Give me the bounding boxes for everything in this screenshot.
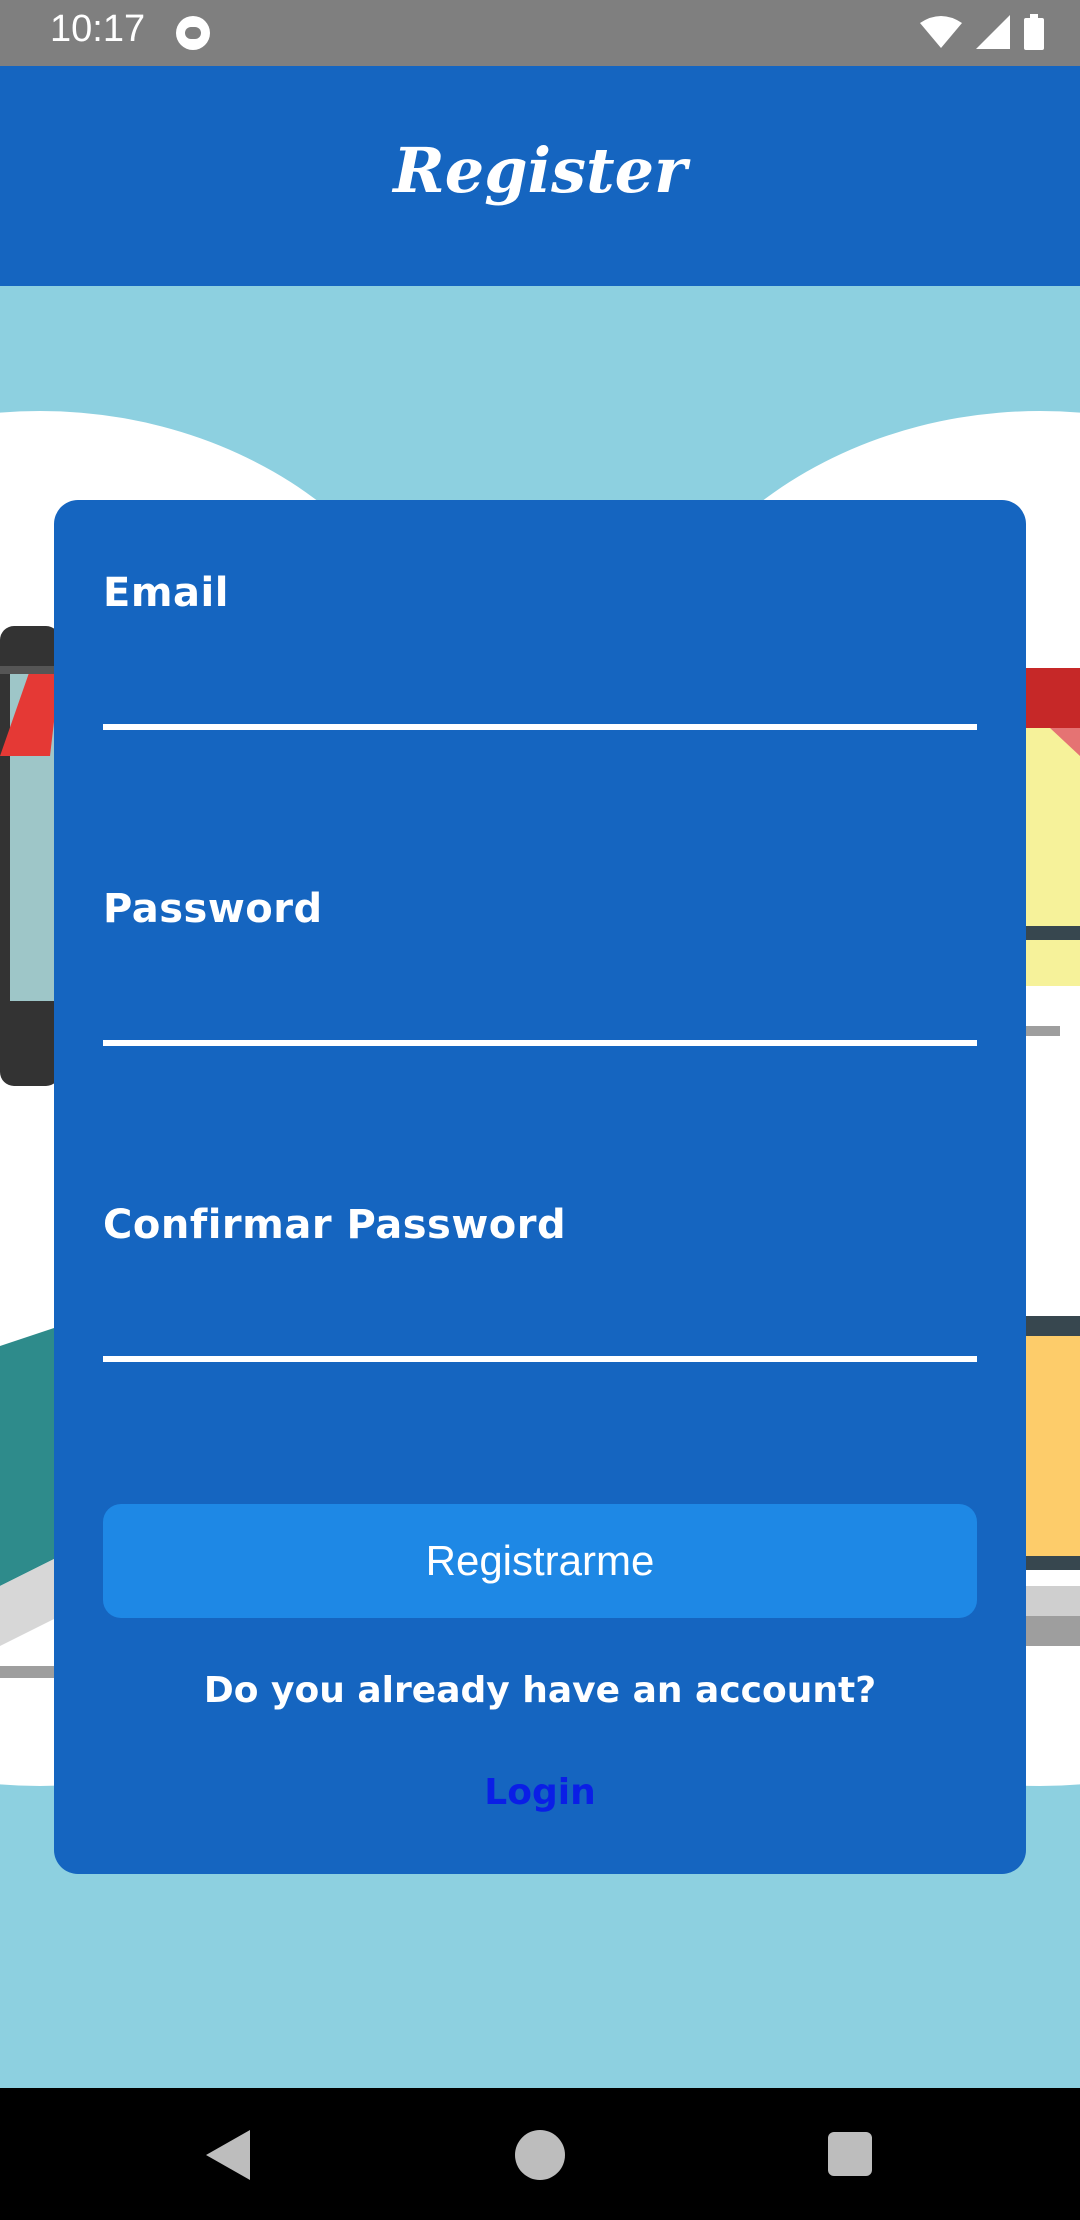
status-icons bbox=[920, 12, 1044, 52]
back-icon[interactable] bbox=[206, 2130, 250, 2180]
register-card: Email Password Confirmar Password Regist… bbox=[54, 500, 1026, 1874]
password-label: Password bbox=[103, 886, 323, 932]
recents-icon[interactable] bbox=[828, 2132, 872, 2176]
wifi-icon bbox=[920, 16, 962, 48]
confirm-password-label: Confirmar Password bbox=[103, 1202, 567, 1248]
home-icon[interactable] bbox=[515, 2130, 565, 2180]
signal-icon bbox=[976, 15, 1010, 49]
password-underline bbox=[103, 1040, 977, 1046]
email-underline bbox=[103, 724, 977, 730]
navigation-bar bbox=[0, 2088, 1080, 2220]
page-title: Register bbox=[393, 134, 687, 207]
account-question: Do you already have an account? bbox=[203, 1670, 877, 1711]
register-button[interactable]: Registrarme bbox=[103, 1504, 977, 1618]
status-time: 10:17 bbox=[50, 8, 146, 50]
battery-icon bbox=[1024, 14, 1044, 50]
password-input[interactable] bbox=[103, 946, 977, 1026]
confirm-password-input[interactable] bbox=[103, 1262, 977, 1342]
email-input[interactable] bbox=[103, 630, 977, 710]
app-notification-icon bbox=[176, 16, 210, 50]
app-bar: Register bbox=[0, 66, 1080, 286]
login-link[interactable]: Login bbox=[54, 1772, 1026, 1813]
email-label: Email bbox=[103, 570, 229, 616]
status-bar: 10:17 bbox=[0, 0, 1080, 66]
confirm-password-underline bbox=[103, 1356, 977, 1362]
